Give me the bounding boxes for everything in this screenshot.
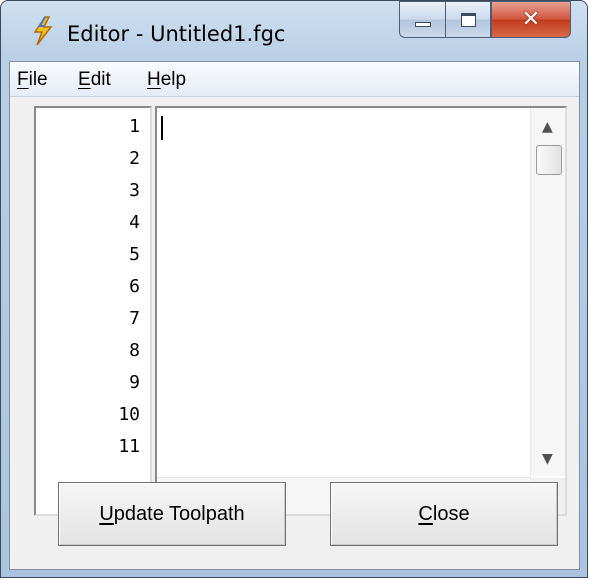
- update-toolpath-label: pdate Toolpath: [113, 502, 245, 525]
- line-number: 6: [129, 276, 140, 297]
- close-button[interactable]: Close: [330, 482, 558, 546]
- minimize-icon: [414, 22, 431, 27]
- line-number: 9: [129, 372, 140, 393]
- scroll-down-arrow-icon[interactable]: ▼: [542, 452, 553, 466]
- line-number: 4: [129, 212, 140, 233]
- line-number: 7: [129, 308, 140, 329]
- line-number: 8: [129, 340, 140, 361]
- vertical-scroll-thumb[interactable]: [536, 145, 562, 175]
- code-editor[interactable]: ▲ ▼ ◀ ▶: [155, 106, 567, 516]
- line-number: 5: [129, 244, 140, 265]
- lightning-bolt-icon: [33, 16, 53, 46]
- menu-help[interactable]: Help: [147, 69, 186, 91]
- vertical-scrollbar[interactable]: ▲ ▼: [530, 108, 565, 476]
- menu-file-accel: F: [17, 69, 29, 90]
- menu-help-accel: H: [147, 69, 161, 90]
- line-number: 10: [118, 404, 140, 425]
- line-number: 3: [129, 180, 140, 201]
- maximize-button[interactable]: [445, 1, 491, 38]
- line-number: 11: [118, 436, 140, 457]
- menu-help-label: elp: [160, 69, 187, 90]
- scroll-up-arrow-icon[interactable]: ▲: [542, 120, 553, 134]
- client-area: File Edit Help 1 2 3 4 5 6 7 8 9 10 11 ▲…: [9, 61, 580, 570]
- text-caret: [161, 116, 163, 140]
- close-icon: ✕: [521, 6, 541, 32]
- editor-window: Editor - Untitled1.fgc ✕ File Edit Help …: [0, 0, 588, 578]
- close-window-button[interactable]: ✕: [491, 1, 571, 38]
- close-accel: C: [418, 502, 433, 525]
- line-number-gutter: 1 2 3 4 5 6 7 8 9 10 11: [34, 106, 152, 516]
- line-number: 1: [129, 116, 140, 137]
- update-toolpath-button[interactable]: Update Toolpath: [58, 482, 286, 546]
- menu-file-label: ile: [28, 69, 48, 90]
- menu-edit[interactable]: Edit: [78, 69, 111, 91]
- update-toolpath-accel: U: [99, 502, 114, 525]
- line-number: 2: [129, 148, 140, 169]
- menu-file[interactable]: File: [17, 69, 48, 91]
- minimize-button[interactable]: [399, 1, 445, 38]
- menu-bar: File Edit Help: [10, 62, 579, 97]
- caption-buttons: ✕: [399, 1, 571, 39]
- menu-edit-accel: E: [78, 69, 91, 90]
- window-title: Editor - Untitled1.fgc: [67, 22, 286, 46]
- close-label: lose: [432, 502, 470, 525]
- menu-edit-label: dit: [90, 69, 111, 90]
- maximize-icon: [460, 12, 476, 27]
- title-bar[interactable]: Editor - Untitled1.fgc ✕: [1, 1, 587, 61]
